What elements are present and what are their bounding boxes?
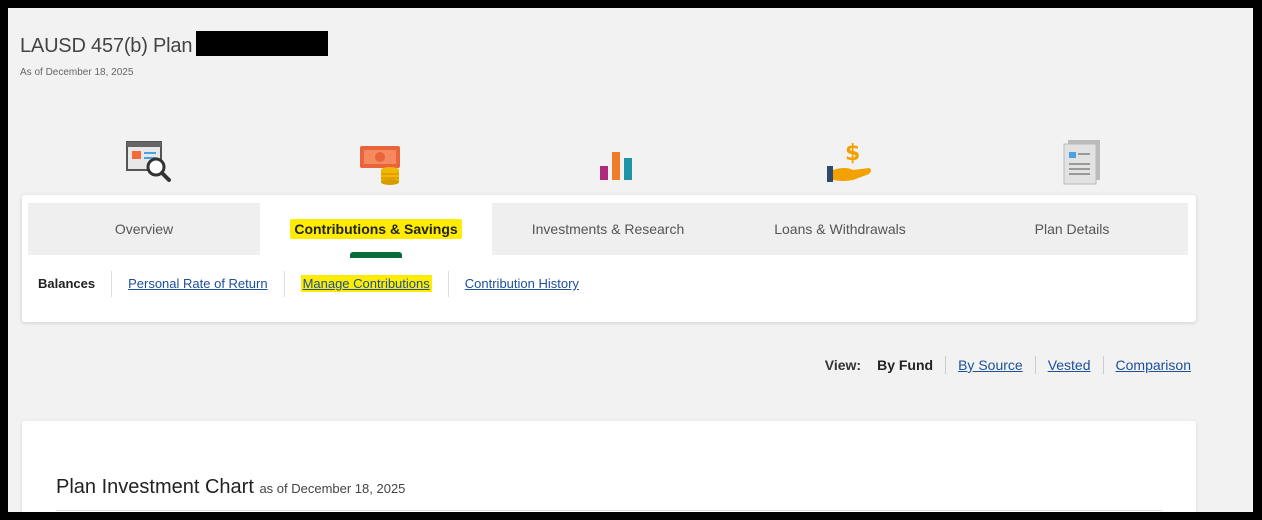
redacted-account-name — [196, 31, 329, 56]
tab-label: Contributions & Savings — [290, 219, 462, 239]
tab-contributions-savings[interactable]: Contributions & Savings — [260, 203, 492, 255]
plan-name: LAUSD 457(b) Plan — [20, 35, 193, 57]
svg-text:$: $ — [845, 141, 860, 166]
subnav-contribution-history[interactable]: Contribution History — [449, 271, 595, 297]
as-of-date: As of December 18, 2025 — [20, 67, 134, 78]
tab-overview[interactable]: Overview — [28, 203, 260, 255]
subnav-label: Manage Contributions — [300, 275, 432, 292]
subnav-label: Balances — [38, 276, 96, 291]
subnav-balances[interactable]: Balances — [38, 271, 113, 297]
tab-label: Plan Details — [1034, 221, 1110, 237]
view-option-comparison[interactable]: Comparison — [1104, 356, 1191, 374]
sub-navigation: Balances Personal Rate of Return Manage … — [38, 271, 595, 297]
plan-title: LAUSD 457(b) Plan — [20, 31, 329, 59]
chart-section-title: Plan Investment Chart as of December 18,… — [56, 476, 405, 499]
divider — [56, 510, 1162, 511]
view-label: View: — [824, 357, 862, 373]
money-coins-icon — [360, 146, 400, 185]
tab-loans-withdrawals[interactable]: Loans & Withdrawals — [724, 203, 956, 255]
navigation-card: Overview Contributions & Savings Investm… — [22, 195, 1196, 322]
page-frame: LAUSD 457(b) Plan As of December 18, 202… — [8, 8, 1253, 512]
subnav-manage-contributions[interactable]: Manage Contributions — [285, 271, 449, 297]
tab-icons-row: $ — [26, 136, 1196, 188]
tab-plan-details[interactable]: Plan Details — [956, 203, 1188, 255]
subnav-label: Contribution History — [464, 276, 579, 291]
tab-label: Investments & Research — [531, 221, 685, 237]
bar-chart-icon — [600, 152, 632, 180]
chart-subtitle: as of December 18, 2025 — [259, 481, 406, 496]
view-option-vested[interactable]: Vested — [1036, 356, 1104, 374]
main-tabs: Overview Contributions & Savings Investm… — [28, 203, 1188, 255]
subnav-label: Personal Rate of Return — [128, 276, 268, 291]
tab-investments-research[interactable]: Investments & Research — [492, 203, 724, 255]
plan-investment-chart-card: Plan Investment Chart as of December 18,… — [22, 421, 1196, 512]
hand-dollar-icon: $ — [827, 141, 871, 182]
tab-label: Overview — [114, 221, 174, 237]
document-icon — [1063, 140, 1100, 185]
view-option-by-fund[interactable]: By Fund — [877, 356, 947, 374]
view-selector: View: By Fund By Source Vested Compariso… — [825, 356, 1191, 374]
subnav-personal-rate-of-return[interactable]: Personal Rate of Return — [112, 271, 285, 297]
chart-title: Plan Investment Chart — [56, 476, 254, 498]
view-option-by-source[interactable]: By Source — [946, 356, 1036, 374]
tab-label: Loans & Withdrawals — [774, 221, 906, 237]
report-search-icon — [126, 141, 171, 182]
